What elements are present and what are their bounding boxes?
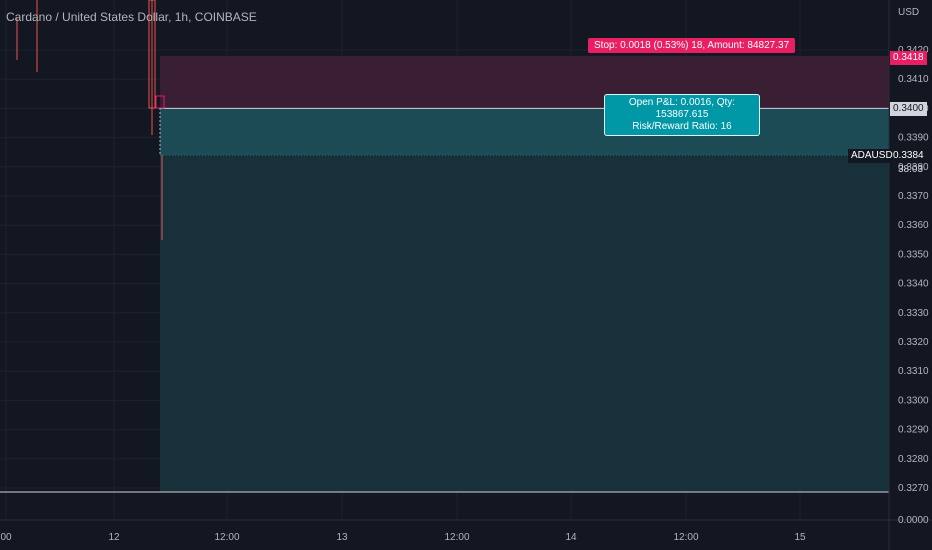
y-tick-label: 0.3410	[898, 74, 929, 85]
entry-price-tag: 0.3400	[890, 102, 927, 116]
stop-label[interactable]: Stop: 0.0018 (0.53%) 18, Amount: 84827.3…	[588, 38, 796, 53]
x-tick-label: 12:00	[214, 532, 239, 543]
x-tick-label: 12:00	[444, 532, 469, 543]
symbol-title: Cardano / United States Dollar, 1h, COIN…	[6, 10, 257, 24]
y-tick-label: 0.3390	[898, 133, 929, 144]
currency-label: USD	[898, 7, 920, 18]
y-tick-label: 0.3370	[898, 191, 929, 202]
x-tick-label: 15	[794, 532, 806, 543]
pnl-line-2: Risk/Reward Ratio: 16	[632, 121, 732, 132]
y-tick-label: 0.3340	[898, 279, 929, 290]
pnl-line-1: Open P&L: 0.0016, Qty: 153867.615	[628, 97, 736, 120]
x-tick-label: 12:00	[673, 532, 698, 543]
y-tick-label: 0.3280	[898, 454, 929, 465]
y-tick-label: 0.3270	[898, 483, 929, 494]
candle-countdown: 38:03	[898, 164, 924, 175]
x-tick-label: 12	[108, 532, 120, 543]
y-tick-label: 0.3360	[898, 220, 929, 231]
ticker-badge: ADAUSD	[848, 149, 896, 163]
y-tick-label: 0.3310	[898, 366, 929, 377]
y-tick-label: 0.3330	[898, 308, 929, 319]
stop-price-tag: 0.3418	[890, 51, 927, 65]
y-tick-label: 0.3350	[898, 249, 929, 260]
y-tick-label: 0.0000	[898, 515, 929, 526]
x-tick-label: 13	[336, 532, 348, 543]
y-tick-label: 0.3320	[898, 337, 929, 348]
y-tick-label: 0.3290	[898, 425, 929, 436]
x-tick-label: 00	[0, 532, 12, 543]
stop-zone	[160, 55, 889, 109]
y-tick-label: 0.3300	[898, 395, 929, 406]
pnl-label[interactable]: Open P&L: 0.0016, Qty: 153867.615 Risk/R…	[604, 94, 760, 136]
x-tick-label: 14	[565, 532, 577, 543]
chart-canvas[interactable]: 0.34200.34100.34000.33900.33800.33700.33…	[0, 0, 932, 550]
chart-root[interactable]: 0.34200.34100.34000.33900.33800.33700.33…	[0, 0, 932, 550]
current-price-tag: 0.3384	[893, 150, 924, 161]
profit-zone	[160, 108, 889, 493]
open-pnl-zone	[160, 108, 889, 156]
